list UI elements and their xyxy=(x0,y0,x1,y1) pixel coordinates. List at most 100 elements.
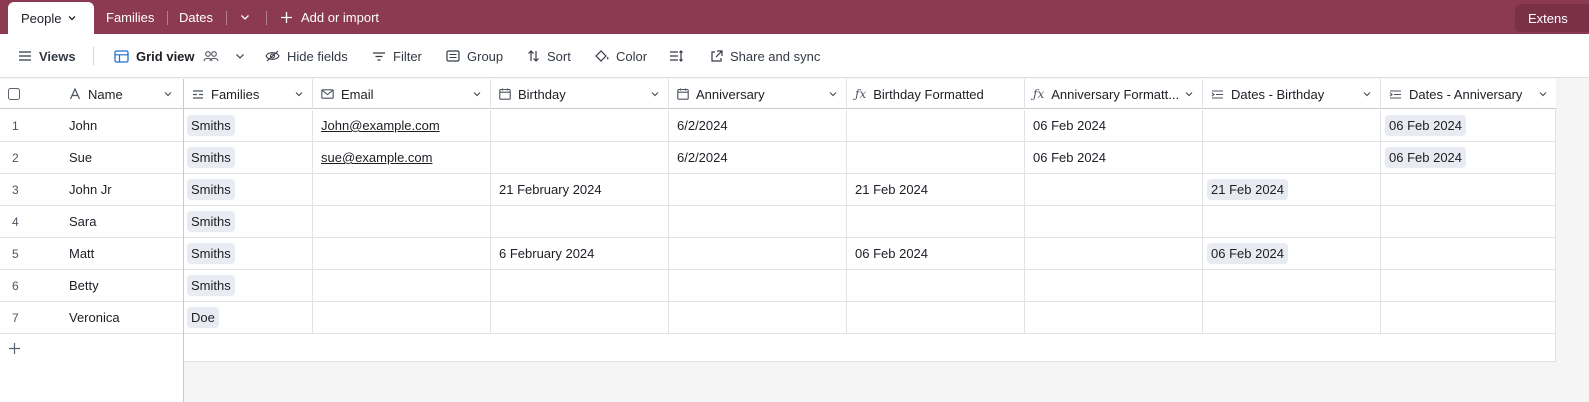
anniversary-formatted-cell[interactable] xyxy=(1025,302,1203,333)
chevron-down-icon[interactable] xyxy=(234,50,246,62)
chevron-down-icon[interactable] xyxy=(67,13,77,23)
anniversary-formatted-cell[interactable] xyxy=(1025,270,1203,301)
tab-dates[interactable]: Dates xyxy=(179,0,213,34)
table-row[interactable]: Smiths xyxy=(184,270,1555,302)
birthday-formatted-cell[interactable]: 06 Feb 2024 xyxy=(847,238,1025,269)
chevron-down-icon[interactable] xyxy=(1184,89,1194,99)
birthday-formatted-cell[interactable] xyxy=(847,270,1025,301)
dates-birthday-cell[interactable] xyxy=(1203,142,1381,173)
color-button[interactable]: Color xyxy=(594,34,647,78)
families-cell[interactable]: Smiths xyxy=(184,270,313,301)
birthday-cell[interactable] xyxy=(491,302,669,333)
anniversary-formatted-cell[interactable] xyxy=(1025,174,1203,205)
birthday-cell[interactable] xyxy=(491,270,669,301)
anniversary-cell[interactable]: 6/2/2024 xyxy=(669,110,847,141)
name-cell[interactable]: John xyxy=(69,110,97,141)
table-row[interactable]: Smiths sue@example.com 6/2/2024 06 Feb 2… xyxy=(184,142,1555,174)
email-link[interactable]: sue@example.com xyxy=(321,150,432,165)
add-record-row[interactable] xyxy=(184,334,1555,364)
table-row[interactable]: 7 Veronica xyxy=(0,302,183,334)
anniversary-cell[interactable] xyxy=(669,174,847,205)
dates-anniversary-cell[interactable] xyxy=(1381,302,1556,333)
birthday-cell[interactable]: 6 February 2024 xyxy=(491,238,669,269)
anniversary-formatted-cell[interactable]: 06 Feb 2024 xyxy=(1025,110,1203,141)
row-height-button[interactable] xyxy=(669,34,691,78)
birthday-formatted-cell[interactable] xyxy=(847,206,1025,237)
name-cell[interactable]: Sue xyxy=(69,142,92,173)
linked-record-chip[interactable]: Smiths xyxy=(187,179,235,200)
anniversary-cell[interactable] xyxy=(669,302,847,333)
email-cell[interactable] xyxy=(313,174,491,205)
name-cell[interactable]: Veronica xyxy=(69,302,120,333)
dates-anniversary-cell[interactable] xyxy=(1381,174,1556,205)
column-header-dates-anniversary[interactable]: Dates - Anniversary xyxy=(1381,79,1556,109)
email-cell[interactable] xyxy=(313,270,491,301)
table-row[interactable]: 4 Sara xyxy=(0,206,183,238)
dates-birthday-cell[interactable] xyxy=(1203,110,1381,141)
select-all-checkbox[interactable] xyxy=(8,88,20,103)
anniversary-cell[interactable] xyxy=(669,238,847,269)
email-cell[interactable]: John@example.com xyxy=(313,110,491,141)
grid-view-button[interactable]: Grid view xyxy=(114,34,253,78)
linked-record-chip[interactable]: Smiths xyxy=(187,147,235,168)
filter-button[interactable]: Filter xyxy=(372,34,422,78)
families-cell[interactable]: Doe xyxy=(184,302,313,333)
birthday-cell[interactable] xyxy=(491,142,669,173)
families-cell[interactable]: Smiths xyxy=(184,110,313,141)
email-cell[interactable] xyxy=(313,206,491,237)
hide-fields-button[interactable]: Hide fields xyxy=(265,34,348,78)
birthday-cell[interactable] xyxy=(491,110,669,141)
linked-record-chip[interactable]: Smiths xyxy=(187,275,235,296)
dates-anniversary-cell[interactable]: 06 Feb 2024 xyxy=(1381,110,1556,141)
birthday-cell[interactable] xyxy=(491,206,669,237)
anniversary-formatted-cell[interactable] xyxy=(1025,206,1203,237)
linked-record-chip[interactable]: Smiths xyxy=(187,115,235,136)
birthday-cell[interactable]: 21 February 2024 xyxy=(491,174,669,205)
column-header-email[interactable]: Email xyxy=(313,79,491,109)
column-header-birthday[interactable]: Birthday xyxy=(491,79,669,109)
birthday-formatted-cell[interactable]: 21 Feb 2024 xyxy=(847,174,1025,205)
extensions-button[interactable]: Extens xyxy=(1515,4,1589,32)
column-header-dates-birthday[interactable]: Dates - Birthday xyxy=(1203,79,1381,109)
email-cell[interactable] xyxy=(313,302,491,333)
table-row[interactable]: Smiths 6 February 2024 06 Feb 2024 06 Fe… xyxy=(184,238,1555,270)
name-cell[interactable]: John Jr xyxy=(69,174,112,205)
linked-record-chip[interactable]: Smiths xyxy=(187,243,235,264)
email-cell[interactable]: sue@example.com xyxy=(313,142,491,173)
table-row[interactable]: Doe xyxy=(184,302,1555,334)
column-header-anniversary[interactable]: Anniversary xyxy=(669,79,847,109)
share-and-sync-button[interactable]: Share and sync xyxy=(710,34,820,78)
name-cell[interactable]: Sara xyxy=(69,206,96,237)
table-row[interactable]: 6 Betty xyxy=(0,270,183,302)
dates-birthday-cell[interactable]: 06 Feb 2024 xyxy=(1203,238,1381,269)
sort-button[interactable]: Sort xyxy=(527,34,571,78)
chevron-down-icon[interactable] xyxy=(1362,89,1372,99)
table-row[interactable]: 2 Sue xyxy=(0,142,183,174)
add-record-button[interactable] xyxy=(0,334,183,364)
table-row[interactable]: 3 John Jr xyxy=(0,174,183,206)
families-cell[interactable]: Smiths xyxy=(184,142,313,173)
linked-record-chip[interactable]: Smiths xyxy=(187,211,235,232)
dates-anniversary-cell[interactable] xyxy=(1381,238,1556,269)
chevron-down-icon[interactable] xyxy=(163,89,173,99)
dates-birthday-cell[interactable] xyxy=(1203,270,1381,301)
families-cell[interactable]: Smiths xyxy=(184,238,313,269)
dates-birthday-cell[interactable] xyxy=(1203,302,1381,333)
table-row[interactable]: 1 John xyxy=(0,110,183,142)
email-link[interactable]: John@example.com xyxy=(321,118,440,133)
anniversary-cell[interactable]: 6/2/2024 xyxy=(669,142,847,173)
linked-record-chip[interactable]: Doe xyxy=(187,307,219,328)
table-row[interactable]: Smiths 21 February 2024 21 Feb 2024 21 F… xyxy=(184,174,1555,206)
table-row[interactable]: Smiths xyxy=(184,206,1555,238)
group-button[interactable]: Group xyxy=(446,34,503,78)
name-cell[interactable]: Betty xyxy=(69,270,99,301)
table-row[interactable]: Smiths John@example.com 6/2/2024 06 Feb … xyxy=(184,110,1555,142)
anniversary-formatted-cell[interactable]: 06 Feb 2024 xyxy=(1025,142,1203,173)
dates-anniversary-cell[interactable] xyxy=(1381,206,1556,237)
tab-people[interactable]: People xyxy=(8,2,94,34)
families-cell[interactable]: Smiths xyxy=(184,206,313,237)
birthday-formatted-cell[interactable] xyxy=(847,142,1025,173)
email-cell[interactable] xyxy=(313,238,491,269)
views-button[interactable]: Views xyxy=(18,34,76,78)
families-cell[interactable]: Smiths xyxy=(184,174,313,205)
